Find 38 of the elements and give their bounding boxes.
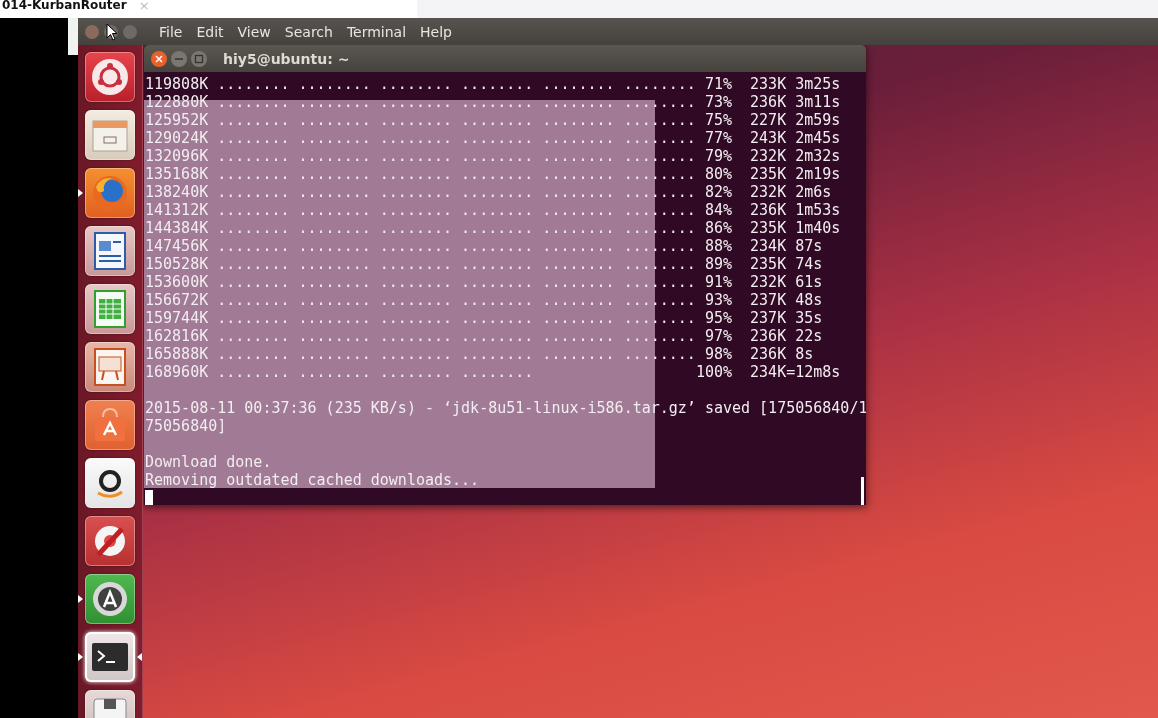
terminal-line: 147456K ........ ........ ........ ........ ........ ........ 88% 234K 87s [145, 237, 823, 255]
scrollbar[interactable] [861, 477, 864, 505]
terminal-line: 153600K ........ ........ ........ ........ ........ ........ 91% 232K 61s [145, 273, 823, 291]
menu-item[interactable]: Terminal [339, 23, 414, 40]
launcher-item[interactable] [85, 574, 135, 624]
terminal-line: 135168K ........ ........ ........ ........ ........ ........ 80% 235K 2m19s [145, 165, 841, 183]
launcher-item[interactable] [85, 458, 135, 508]
text-cursor [145, 490, 153, 505]
terminal-line: 125952K ........ ........ ........ ........ ........ ........ 75% 227K 2m59s [145, 111, 841, 129]
menu-item[interactable]: View [230, 23, 278, 40]
menu-item[interactable]: Edit [189, 23, 231, 40]
terminal-line: 168960K ........ ........ ........ ........ 100% 234K=12m8s [145, 363, 841, 381]
terminal-line: 138240K ........ ........ ........ ........ ........ ........ 82% 232K 2m6s [145, 183, 832, 201]
window-title: hiy5@ubuntu: ~ [223, 50, 350, 67]
terminal-line: Removing outdated cached downloads... [145, 471, 480, 489]
terminal-line: Download done. [145, 453, 272, 471]
launcher-item[interactable] [85, 632, 135, 682]
terminal-line: 150528K ........ ........ ........ ........ ........ ........ 89% 235K 74s [145, 255, 823, 273]
terminal-line: 132096K ........ ........ ........ ........ ........ ........ 79% 232K 2m32s [145, 147, 841, 165]
terminal-line: 144384K ........ ........ ........ ........ ........ ........ 86% 235K 1m40s [145, 219, 841, 237]
mouse-pointer-icon [106, 23, 118, 41]
menu-item[interactable]: Help [413, 23, 459, 40]
terminal-line: 162816K ........ ........ ........ ........ ........ ........ 97% 236K 22s [145, 327, 823, 345]
menu-item[interactable]: Search [277, 23, 340, 40]
browser-tab[interactable]: 014-KurbanRouter × [0, 0, 417, 18]
window-edge [68, 18, 78, 55]
menu-item[interactable]: File [152, 23, 190, 40]
terminal-line: 159744K ........ ........ ........ ........ ........ ........ 95% 237K 35s [145, 309, 823, 327]
tab-title[interactable]: 014-KurbanRouter [2, 0, 127, 12]
terminal-line: 129024K ........ ........ ........ ........ ........ ........ 77% 243K 2m45s [145, 129, 841, 147]
terminal-line: 141312K ........ ........ ........ ........ ........ ........ 84% 236K 1m53s [145, 201, 841, 219]
terminal-line: 119808K ........ ........ ........ ........ ........ ........ 71% 233K 3m25s [145, 75, 841, 93]
ubuntu-logo-icon [90, 57, 130, 97]
terminal-line: 156672K ........ ........ ........ ........ ........ ........ 93% 237K 48s [145, 291, 823, 309]
launcher-item[interactable] [85, 226, 135, 276]
window-buttons-icon[interactable] [150, 49, 208, 68]
terminal-line: 165888K ........ ........ ........ ........ ........ ........ 98% 236K 8s [145, 345, 814, 363]
terminal-line: 75056840] [145, 417, 227, 435]
